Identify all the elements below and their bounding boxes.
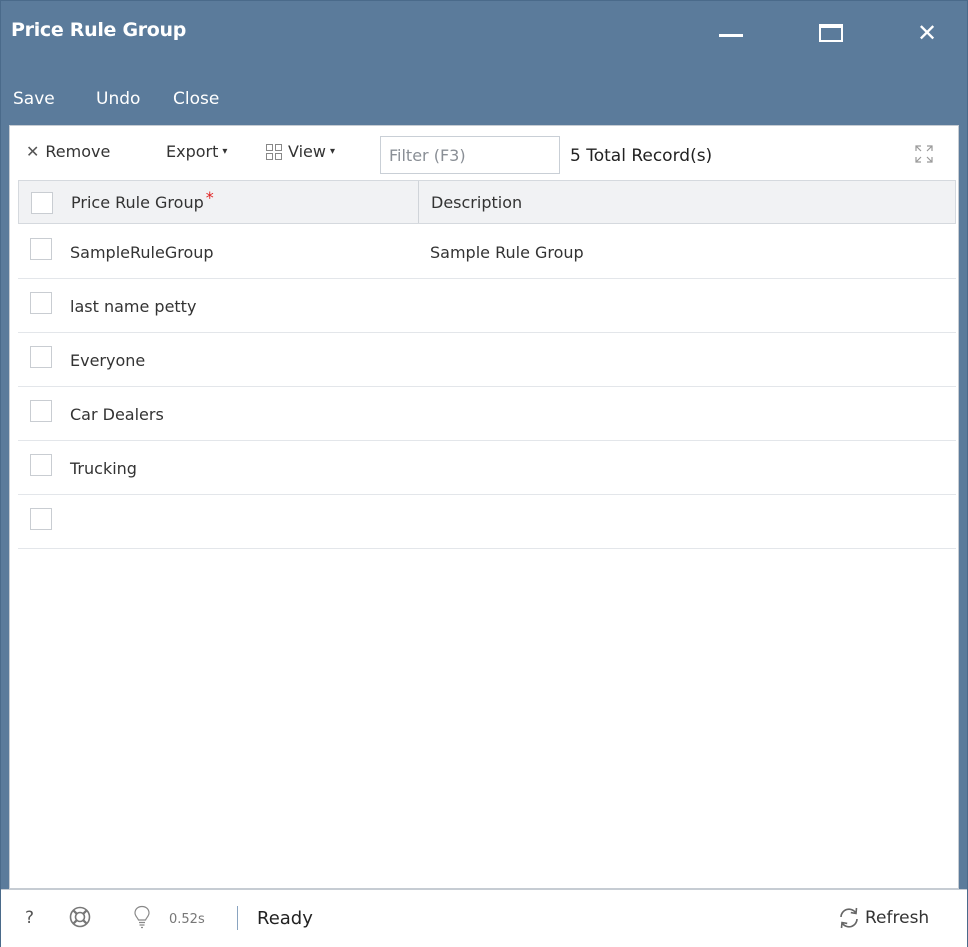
table-row-new[interactable] xyxy=(18,495,956,549)
grid-body: SampleRuleGroup Sample Rule Group last n… xyxy=(18,225,956,549)
export-dropdown[interactable]: Export ▾ xyxy=(166,142,227,161)
caret-down-icon: ▾ xyxy=(222,146,228,157)
undo-button[interactable]: Undo xyxy=(96,89,140,109)
grid-header: Price Rule Group * Description xyxy=(18,180,956,224)
view-dropdown[interactable]: View ▾ xyxy=(266,142,335,161)
grid-toolbar: ✕ Remove Export ▾ View ▾ 5 Total Record(… xyxy=(10,126,958,180)
status-bar: ? 0.52s Ready Refresh xyxy=(1,889,967,947)
help-icon[interactable]: ? xyxy=(25,908,34,928)
window-title: Price Rule Group xyxy=(11,19,187,41)
table-row[interactable]: Everyone xyxy=(18,333,956,387)
column-divider[interactable] xyxy=(418,181,419,223)
response-time: 0.52s xyxy=(169,912,205,927)
table-row[interactable]: Trucking xyxy=(18,441,956,495)
row-checkbox[interactable] xyxy=(30,400,52,422)
support-lifebuoy-icon[interactable] xyxy=(69,906,91,928)
column-header-description[interactable]: Description xyxy=(431,193,522,212)
refresh-button[interactable]: Refresh xyxy=(835,904,929,932)
row-checkbox[interactable] xyxy=(30,292,52,314)
maximize-button[interactable] xyxy=(801,7,861,59)
caret-down-icon: ▾ xyxy=(329,146,335,157)
grid-view-icon xyxy=(266,143,282,160)
description-cell[interactable]: Sample Rule Group xyxy=(430,243,584,262)
status-text: Ready xyxy=(257,908,313,929)
grid-panel: ✕ Remove Export ▾ View ▾ 5 Total Record(… xyxy=(9,125,959,889)
row-checkbox[interactable] xyxy=(30,454,52,476)
expand-icon[interactable] xyxy=(914,144,934,164)
minimize-button[interactable] xyxy=(701,7,761,59)
refresh-label: Refresh xyxy=(865,908,930,928)
table-row[interactable]: SampleRuleGroup Sample Rule Group xyxy=(18,225,956,279)
column-header-price-rule-group[interactable]: Price Rule Group * xyxy=(71,188,214,212)
remove-button[interactable]: ✕ Remove xyxy=(26,142,110,161)
refresh-icon xyxy=(840,907,858,929)
row-checkbox[interactable] xyxy=(30,346,52,368)
select-all-checkbox[interactable] xyxy=(31,192,53,214)
price-rule-group-cell[interactable]: SampleRuleGroup xyxy=(70,243,214,262)
close-button[interactable]: Close xyxy=(173,89,219,109)
price-rule-group-cell[interactable]: Everyone xyxy=(70,351,145,370)
view-label: View xyxy=(288,142,326,161)
table-row[interactable]: Car Dealers xyxy=(18,387,956,441)
filter-input[interactable] xyxy=(380,136,560,174)
total-records-count: 5 Total Record(s) xyxy=(570,146,713,166)
required-indicator: * xyxy=(205,188,214,207)
price-rule-group-cell[interactable]: Car Dealers xyxy=(70,405,164,424)
export-label: Export xyxy=(166,142,219,161)
price-rule-group-window: Price Rule Group ✕ Save Undo Close ✕ Rem… xyxy=(0,0,968,947)
maximize-icon xyxy=(819,24,843,42)
close-window-button[interactable]: ✕ xyxy=(897,7,957,59)
row-checkbox[interactable] xyxy=(30,508,52,530)
table-row[interactable]: last name petty xyxy=(18,279,956,333)
remove-icon: ✕ xyxy=(26,142,40,161)
save-button[interactable]: Save xyxy=(13,89,55,109)
price-rule-group-cell[interactable]: Trucking xyxy=(70,459,137,478)
status-divider xyxy=(237,906,238,930)
price-rule-group-cell[interactable]: last name petty xyxy=(70,297,196,316)
remove-label: Remove xyxy=(45,142,111,161)
title-bar: Price Rule Group ✕ xyxy=(1,1,967,65)
close-icon: ✕ xyxy=(916,19,938,47)
lightbulb-icon[interactable] xyxy=(133,905,151,929)
column-header-label: Price Rule Group xyxy=(71,193,204,212)
minimize-icon xyxy=(719,33,743,37)
row-checkbox[interactable] xyxy=(30,238,52,260)
menu-bar: Save Undo Close xyxy=(1,65,967,125)
